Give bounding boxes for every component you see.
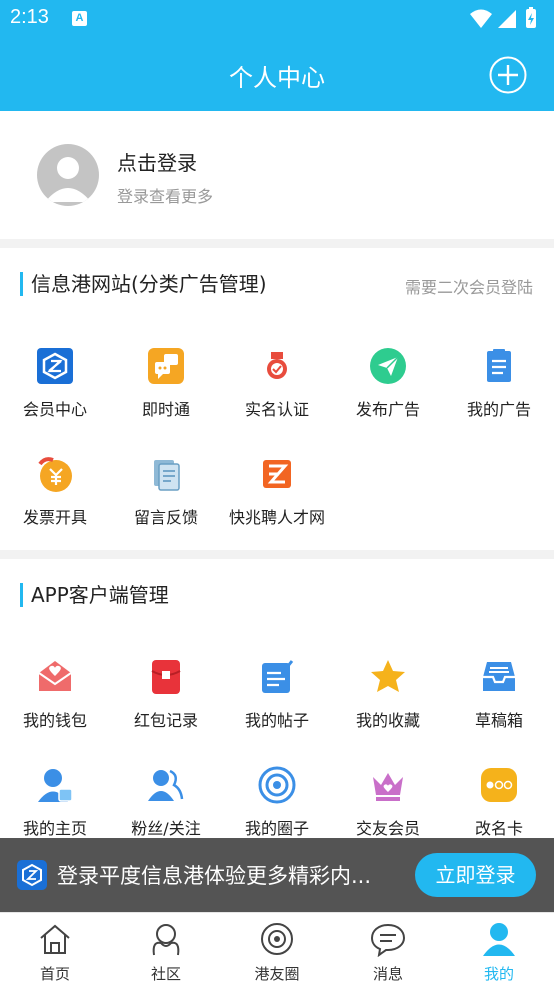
- friends-circle-icon: [261, 923, 293, 955]
- community-icon: [152, 924, 180, 956]
- grid-item-my-homepage[interactable]: 我的主页: [0, 765, 110, 839]
- home-icon: [40, 924, 70, 954]
- grid-item-dating-member[interactable]: 交友会员: [333, 765, 443, 839]
- wallet-envelope-icon: [38, 661, 72, 691]
- tab-profile[interactable]: 我的: [444, 913, 554, 985]
- tab-home[interactable]: 首页: [0, 913, 110, 985]
- app-management-section: APP客户端管理 我的钱包 红包记录 我的帖子 我的收藏 草稿箱 我的主页 粉丝…: [0, 559, 554, 839]
- rename-card-icon: [481, 768, 517, 802]
- grid-item-red-packet[interactable]: 红包记录: [111, 657, 221, 731]
- grid-item-my-circle[interactable]: 我的圈子: [222, 765, 332, 839]
- tab-friends-circle[interactable]: 港友圈: [222, 913, 332, 985]
- status-bar: 2:13 A: [0, 0, 554, 38]
- invoice-icon: [38, 457, 72, 492]
- circle-target-icon: [258, 766, 296, 804]
- feedback-icon: [154, 460, 180, 491]
- tab-community[interactable]: 社区: [111, 913, 221, 985]
- page-title: 个人中心: [229, 64, 325, 92]
- my-posts-icon: [262, 660, 294, 693]
- tab-messages[interactable]: 消息: [333, 913, 443, 985]
- grid-item-instant-messaging[interactable]: 即时通: [111, 346, 221, 420]
- default-avatar-icon: [45, 157, 91, 202]
- instant-messaging-icon: [148, 348, 184, 384]
- bottom-tab-bar: 首页 社区 港友圈 消息 我的: [0, 912, 554, 985]
- star-icon: [371, 660, 405, 692]
- grid-item-drafts[interactable]: 草稿箱: [444, 657, 554, 731]
- real-name-badge-icon: [267, 352, 287, 379]
- my-homepage-icon: [38, 769, 73, 802]
- my-ads-clipboard-icon: [487, 349, 511, 382]
- publish-ad-icon: [370, 348, 406, 384]
- grid-item-publish-ad[interactable]: 发布广告: [333, 346, 443, 420]
- login-promo-banner: 登录平度信息港体验更多精彩内... 立即登录: [0, 838, 554, 912]
- plus-circle-icon[interactable]: [489, 56, 527, 94]
- profile-icon: [483, 923, 515, 956]
- grid-item-recruit[interactable]: 快兆聘人才网: [222, 454, 332, 528]
- grid-item-feedback[interactable]: 留言反馈: [111, 454, 221, 528]
- section-title: APP客户端管理: [20, 583, 169, 607]
- website-management-section: 信息港网站(分类广告管理) 需要二次会员登陆 会员中心 即时通 实名认证 发布广…: [0, 248, 554, 550]
- login-card[interactable]: 点击登录 登录查看更多: [0, 111, 554, 239]
- recruit-icon: [263, 460, 291, 488]
- grid-item-real-name[interactable]: 实名认证: [222, 346, 332, 420]
- login-now-button[interactable]: 立即登录: [415, 853, 536, 897]
- crown-icon: [373, 773, 403, 801]
- grid-item-my-ads[interactable]: 我的广告: [444, 346, 554, 420]
- login-subtitle: 登录查看更多: [117, 187, 214, 206]
- app-logo-icon: [17, 860, 47, 890]
- grid-item-favorites[interactable]: 我的收藏: [333, 657, 443, 731]
- red-packet-icon: [151, 660, 181, 694]
- status-time: 2:13: [10, 6, 49, 28]
- message-icon: [370, 923, 406, 958]
- grid-item-rename-card[interactable]: 改名卡: [444, 765, 554, 839]
- grid-item-invoice[interactable]: 发票开具: [0, 454, 110, 528]
- grid-item-wallet[interactable]: 我的钱包: [0, 657, 110, 731]
- avatar[interactable]: [37, 144, 99, 206]
- section-title: 信息港网站(分类广告管理): [20, 272, 267, 296]
- system-status-icons: [470, 7, 536, 28]
- banner-text: 登录平度信息港体验更多精彩内...: [57, 864, 372, 888]
- login-prompt[interactable]: 点击登录: [117, 147, 197, 176]
- fans-icon: [148, 769, 184, 801]
- grid-item-member-center[interactable]: 会员中心: [0, 346, 110, 420]
- grid-item-my-posts[interactable]: 我的帖子: [222, 657, 332, 731]
- grid-item-fans[interactable]: 粉丝/关注: [111, 765, 221, 839]
- member-center-icon: [37, 348, 73, 384]
- header-bar: 个人中心: [0, 38, 554, 111]
- notification-a-icon: A: [72, 11, 87, 26]
- section-note: 需要二次会员登陆: [404, 278, 533, 297]
- drafts-tray-icon: [483, 662, 515, 691]
